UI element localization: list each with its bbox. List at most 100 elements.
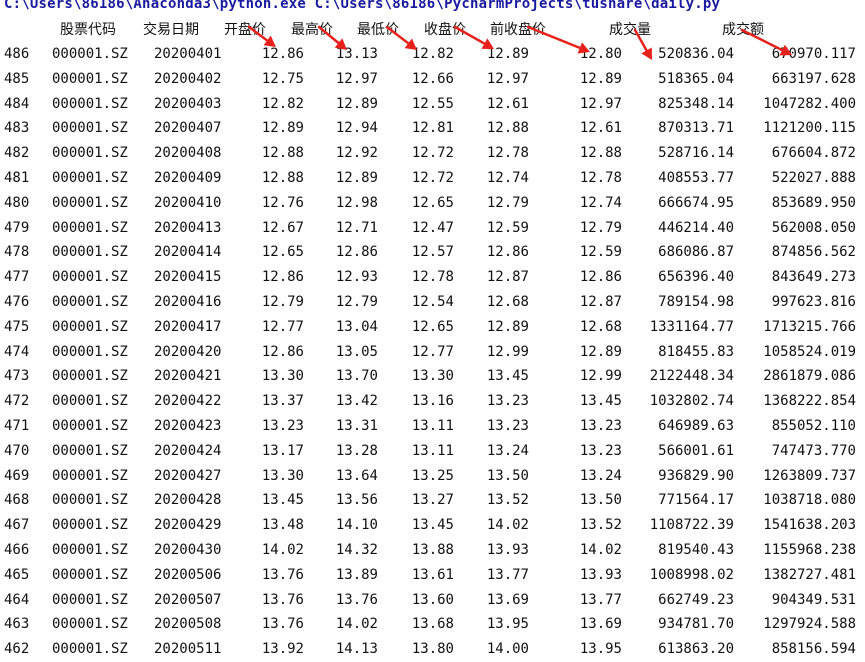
cell-index: 468 (4, 492, 30, 509)
cell-vol: 662749.23 (658, 591, 734, 608)
table-row: 471 000001.SZ 20200423 13.23 13.31 13.11 13.23… (0, 414, 865, 439)
cell-high: 13.42 (335, 393, 378, 410)
table-row: 481 000001.SZ 20200409 12.88 12.89 12.72 12.74… (0, 166, 865, 191)
cell-index: 475 (4, 318, 30, 335)
cell-amount: 1038718.080 (763, 492, 856, 509)
cell-ts-code: 000001.SZ (52, 641, 128, 658)
cell-close: 13.24 (486, 442, 529, 459)
cell-close: 13.50 (486, 467, 529, 484)
cell-trade-date: 20200417 (154, 318, 222, 335)
cell-open: 12.86 (261, 269, 304, 286)
cell-trade-date: 20200413 (154, 219, 222, 236)
cell-close: 12.68 (486, 294, 529, 310)
cell-high: 12.71 (335, 219, 378, 236)
cell-amount: 1058524.019 (763, 343, 856, 360)
table-row: 464 000001.SZ 20200507 13.76 13.76 13.60 13.69… (0, 588, 865, 613)
cell-low: 12.65 (411, 194, 454, 211)
cell-high: 13.13 (335, 46, 378, 62)
cell-high: 12.97 (335, 70, 378, 87)
cell-pre-close: 12.97 (579, 95, 622, 112)
column-header-row: 股票代码 交易日期 开盘价 最高价 最低价 收盘价 前收盘价 成交量 成交额 (0, 19, 865, 41)
cell-index: 477 (4, 269, 30, 286)
cell-close: 12.89 (486, 318, 529, 335)
cell-high: 13.28 (335, 442, 378, 459)
cell-vol: 408553.77 (658, 170, 734, 186)
cell-high: 14.02 (335, 616, 378, 633)
table-row: 473 000001.SZ 20200421 13.30 13.70 13.30 13.45… (0, 364, 865, 389)
cell-ts-code: 000001.SZ (52, 517, 128, 534)
cell-trade-date: 20200508 (154, 616, 222, 633)
cell-pre-close: 12.99 (579, 368, 622, 385)
cell-amount: 853689.950 (771, 194, 856, 211)
cell-trade-date: 20200429 (154, 517, 222, 534)
cell-open: 13.92 (261, 641, 304, 658)
header-volume: 成交量 (609, 22, 651, 38)
cell-open: 13.48 (261, 517, 304, 534)
cell-vol: 789154.98 (658, 294, 734, 310)
cell-open: 12.65 (261, 244, 304, 261)
cell-low: 12.66 (411, 70, 454, 87)
cell-ts-code: 000001.SZ (52, 269, 128, 286)
cell-pre-close: 12.89 (579, 343, 622, 360)
cell-open: 14.02 (261, 542, 304, 558)
cell-low: 13.30 (411, 368, 454, 385)
cell-ts-code: 000001.SZ (52, 343, 128, 360)
cell-ts-code: 000001.SZ (52, 145, 128, 162)
cell-index: 464 (4, 591, 30, 608)
cell-vol: 566001.61 (658, 442, 734, 459)
cell-amount: 670970.117 (771, 46, 856, 62)
cell-close: 12.74 (486, 170, 529, 186)
header-stock-code: 股票代码 (60, 22, 116, 38)
cell-low: 12.77 (411, 343, 454, 360)
cell-open: 13.30 (261, 368, 304, 385)
cell-pre-close: 14.02 (579, 542, 622, 558)
header-trade-date: 交易日期 (143, 22, 199, 38)
cell-high: 13.76 (335, 591, 378, 608)
cell-open: 12.67 (261, 219, 304, 236)
cell-index: 473 (4, 368, 30, 385)
cell-high: 12.86 (335, 244, 378, 261)
cell-close: 14.02 (486, 517, 529, 534)
cell-pre-close: 12.61 (579, 120, 622, 137)
cell-close: 12.61 (486, 95, 529, 112)
cell-close: 13.23 (486, 418, 529, 434)
cell-low: 13.61 (411, 566, 454, 583)
cell-low: 13.27 (411, 492, 454, 509)
cell-open: 12.88 (261, 170, 304, 186)
cell-ts-code: 000001.SZ (52, 95, 128, 112)
cell-pre-close: 12.78 (579, 170, 622, 186)
cell-vol: 520836.04 (658, 46, 734, 62)
cell-vol: 771564.17 (658, 492, 734, 509)
cell-close: 12.79 (486, 194, 529, 211)
table-row: 483 000001.SZ 20200407 12.89 12.94 12.81 12.88… (0, 116, 865, 141)
cell-amount: 1297924.588 (763, 616, 856, 633)
cell-amount: 904349.531 (771, 591, 856, 608)
cell-vol: 870313.71 (658, 120, 734, 137)
cell-high: 12.98 (335, 194, 378, 211)
cell-index: 474 (4, 343, 30, 360)
cell-close: 12.99 (486, 343, 529, 360)
cell-vol: 646989.63 (658, 418, 734, 434)
cell-pre-close: 13.52 (579, 517, 622, 534)
cell-open: 13.45 (261, 492, 304, 509)
cell-amount: 562008.050 (771, 219, 856, 236)
cell-ts-code: 000001.SZ (52, 467, 128, 484)
header-low: 最低价 (357, 22, 399, 38)
cell-ts-code: 000001.SZ (52, 194, 128, 211)
cell-index: 465 (4, 566, 30, 583)
cell-close: 13.45 (486, 368, 529, 385)
cell-ts-code: 000001.SZ (52, 591, 128, 608)
cell-trade-date: 20200410 (154, 194, 222, 211)
cell-ts-code: 000001.SZ (52, 492, 128, 509)
cell-trade-date: 20200407 (154, 120, 222, 137)
cell-amount: 855052.110 (771, 418, 856, 434)
cell-trade-date: 20200511 (154, 641, 222, 658)
cell-open: 13.76 (261, 616, 304, 633)
cell-close: 13.52 (486, 492, 529, 509)
cell-trade-date: 20200507 (154, 591, 222, 608)
header-close: 收盘价 (424, 22, 466, 38)
cell-ts-code: 000001.SZ (52, 418, 128, 434)
table-row: 466 000001.SZ 20200430 14.02 14.32 13.88 13.93… (0, 538, 865, 563)
cell-index: 470 (4, 442, 30, 459)
cell-vol: 1108722.39 (649, 517, 734, 534)
